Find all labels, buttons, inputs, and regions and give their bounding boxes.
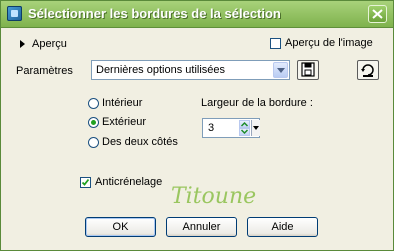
spin-down-icon[interactable] — [239, 128, 250, 136]
help-button[interactable]: Aide — [247, 217, 318, 237]
expand-arrow-icon[interactable] — [20, 40, 25, 48]
border-width-spinner[interactable]: 3 — [202, 118, 260, 138]
radio-outside[interactable] — [88, 117, 99, 128]
antialias-label: Anticrénelage — [95, 176, 163, 188]
radio-both-sides-label: Des deux côtés — [102, 136, 178, 148]
preview-toggle[interactable]: Aperçu — [32, 38, 67, 50]
preset-dropdown[interactable]: Dernières options utilisées — [91, 60, 290, 80]
chevron-down-icon[interactable] — [273, 62, 288, 78]
image-preview-label: Aperçu de l'image — [285, 37, 373, 49]
dialog-window: Sélectionner les bordures de la sélectio… — [0, 0, 394, 251]
border-width-label: Largeur de la bordure : — [201, 97, 313, 109]
close-icon — [372, 9, 383, 19]
parameters-label: Paramètres — [16, 65, 73, 77]
radio-inside[interactable] — [88, 98, 99, 109]
radio-inside-label: Intérieur — [102, 97, 143, 109]
antialias-checkbox[interactable] — [80, 177, 91, 188]
save-preset-icon — [301, 62, 315, 77]
save-preset-button[interactable] — [297, 60, 319, 80]
ok-button[interactable]: OK — [85, 217, 156, 237]
image-preview-checkbox[interactable] — [270, 38, 281, 49]
window-title: Sélectionner les bordures de la sélectio… — [28, 6, 281, 21]
radio-both-sides[interactable] — [88, 137, 99, 148]
watermark-signature: Titoune — [171, 184, 257, 209]
reset-icon — [361, 64, 374, 77]
spin-up-icon[interactable] — [239, 120, 250, 128]
preset-value: Dernières options utilisées — [96, 64, 226, 76]
app-icon — [7, 6, 22, 21]
check-icon — [81, 178, 90, 186]
radio-outside-label: Extérieur — [102, 116, 147, 128]
title-bar[interactable]: Sélectionner les bordures de la sélectio… — [1, 1, 393, 28]
close-button[interactable] — [368, 5, 387, 23]
reset-button[interactable] — [357, 60, 379, 80]
border-width-value[interactable]: 3 — [208, 122, 214, 134]
cancel-button[interactable]: Annuler — [166, 217, 237, 237]
spinner-arrows[interactable] — [239, 120, 250, 136]
spinner-dropdown-icon[interactable] — [251, 120, 260, 136]
